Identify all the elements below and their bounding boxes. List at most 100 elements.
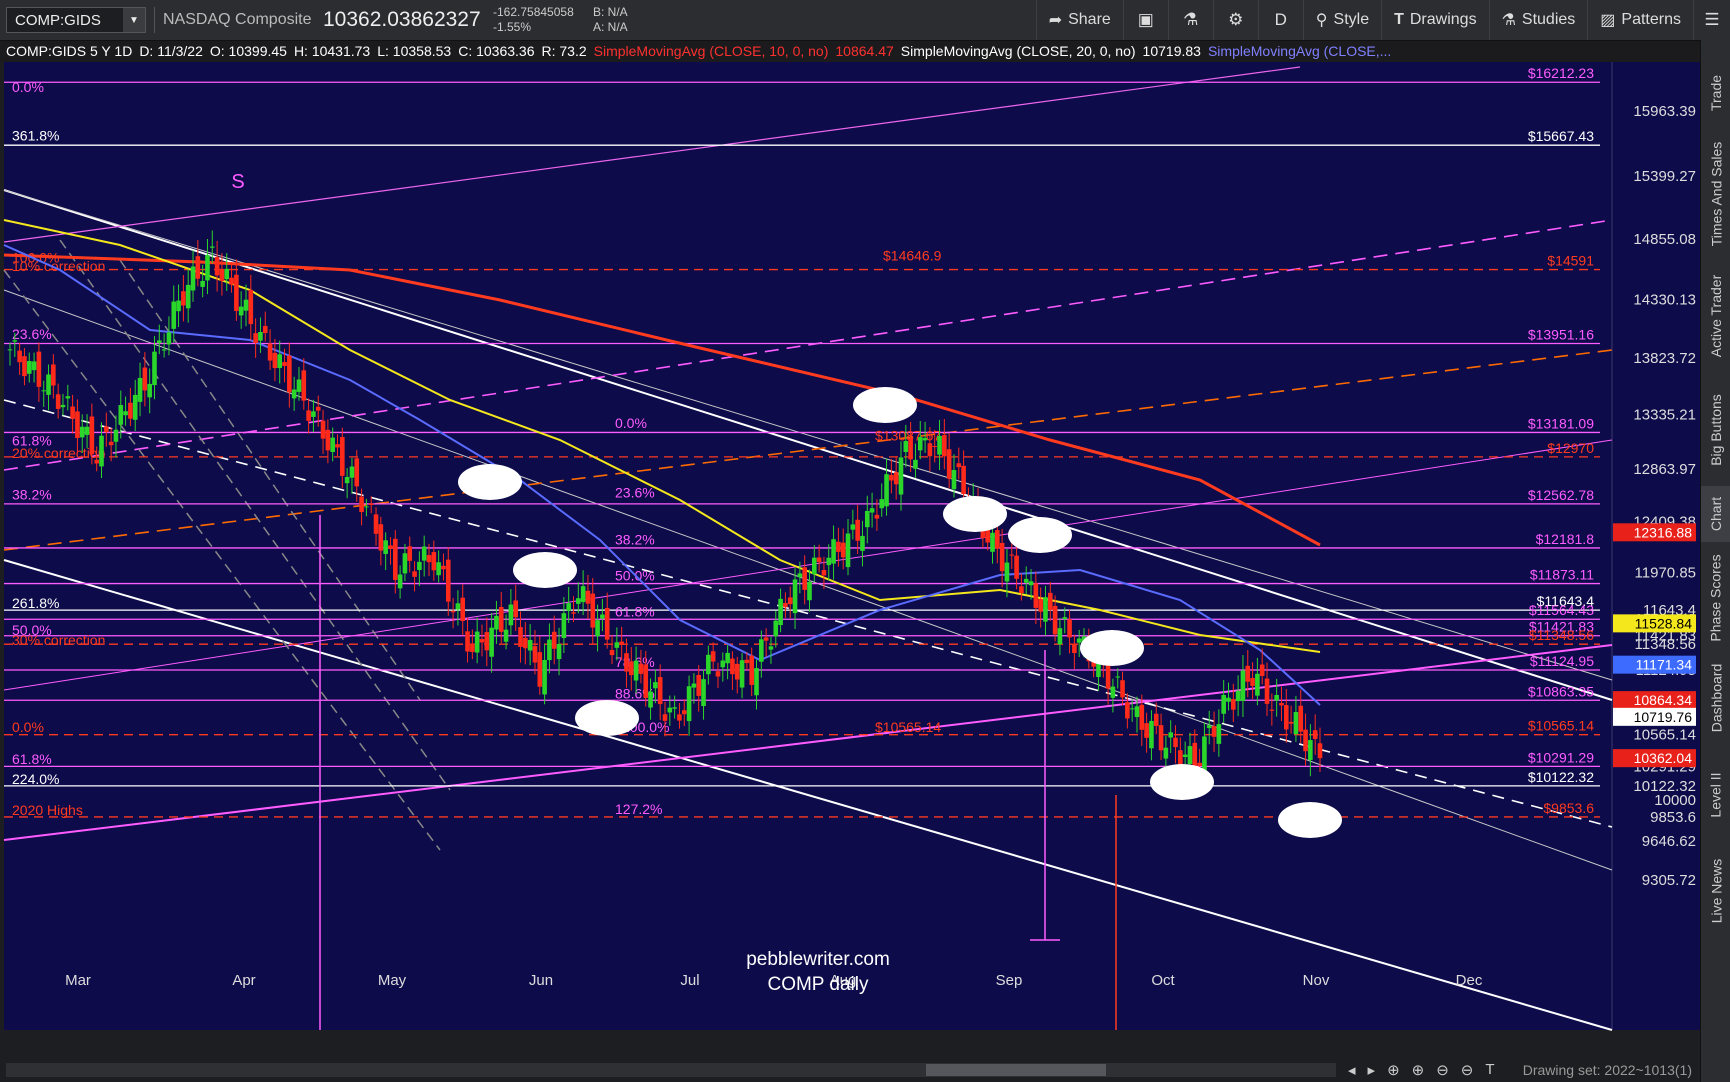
side-tab-label: Chart: [1708, 496, 1725, 532]
candle-body: [190, 266, 196, 291]
candle-body: [1274, 694, 1279, 701]
sma50-label[interactable]: SimpleMovingAvg (CLOSE,...: [1208, 43, 1391, 59]
candle-body: [128, 402, 133, 419]
time-scrollbar[interactable]: [6, 1063, 1336, 1077]
candle-body: [1144, 723, 1149, 738]
y-tick-label-20: 9853.6: [1650, 809, 1696, 826]
side-tab-live-news[interactable]: Live News: [1701, 846, 1730, 936]
candle-body: [855, 519, 860, 541]
zoom-out-icon[interactable]: ⊖: [1436, 1061, 1449, 1079]
candle-body: [609, 650, 615, 656]
candle-body: [479, 639, 485, 643]
candle-body: [942, 434, 947, 457]
price-badge-label-5: 10362.04: [1634, 750, 1693, 766]
candle-body: [821, 570, 827, 576]
candle-body: [783, 602, 788, 608]
crosshair-icon[interactable]: ⊕: [1387, 1061, 1400, 1079]
candle-body: [1192, 742, 1198, 769]
price-chart[interactable]: $16212.23 $15667.43 $14591 $13951.16 $13181.…: [0, 62, 1700, 1058]
period-button[interactable]: D: [1257, 0, 1303, 40]
style-icon: ⚲: [1315, 12, 1328, 29]
candle-body: [181, 291, 186, 306]
fib-label-7: $12181.8: [1536, 531, 1595, 547]
sma20-label[interactable]: SimpleMovingAvg (CLOSE, 20, 0, no): [901, 43, 1136, 59]
text-tool-icon[interactable]: T: [1485, 1061, 1494, 1079]
candle-body: [913, 459, 918, 469]
menu-button[interactable]: ☰: [1693, 0, 1730, 40]
y-tick-label-21: 9646.62: [1642, 833, 1696, 850]
left-level-label-4: 23.6%: [12, 326, 52, 342]
drawings-button[interactable]: T Drawings: [1381, 0, 1488, 40]
candle-body: [397, 574, 403, 589]
y-tick-label-19: 10000: [1654, 792, 1696, 809]
side-tab-big-buttons[interactable]: Big Buttons: [1701, 380, 1730, 480]
candle-body: [1158, 725, 1164, 751]
studies-button[interactable]: ⚗ Studies: [1488, 0, 1588, 40]
patterns-button[interactable]: ▨ Patterns: [1587, 0, 1693, 40]
candle-body: [778, 598, 783, 626]
side-tab-trade[interactable]: Trade: [1701, 58, 1730, 128]
candle-body: [595, 620, 600, 637]
candle-body: [725, 652, 730, 664]
candle-body: [344, 477, 350, 484]
candle-body: [860, 535, 865, 551]
candle-body: [681, 710, 687, 715]
candle-body: [869, 508, 875, 513]
price-change: -162.75845058 -1.55%: [493, 5, 593, 35]
bottom-bar: ◂ ▸ ⊕ ⊕ ⊖ ⊖ T Drawing set: 2022~1013(1): [0, 1058, 1700, 1082]
camera-icon: ▣: [1137, 10, 1154, 29]
symbol-selector[interactable]: COMP:GIDS ▼: [6, 7, 146, 33]
sma10-label[interactable]: SimpleMovingAvg (CLOSE, 10, 0, no): [594, 43, 829, 59]
flask-button[interactable]: ⚗: [1167, 0, 1213, 40]
candle-body: [431, 552, 437, 571]
y-tick-label-9: 11970.85: [1635, 564, 1696, 581]
candle-body: [797, 573, 803, 578]
side-tab-chart[interactable]: Chart: [1701, 486, 1730, 542]
candle-body: [768, 646, 774, 650]
candle-body: [787, 597, 793, 605]
zoom-out-alt-icon[interactable]: ⊖: [1461, 1061, 1474, 1079]
style-button[interactable]: ⚲ Style: [1302, 0, 1381, 40]
info-open: O: 10399.45: [209, 43, 287, 59]
side-tab-phase-scores[interactable]: Phase Scores: [1701, 550, 1730, 645]
candle-body: [450, 610, 456, 613]
candle-body: [388, 545, 393, 549]
candle-body: [157, 340, 162, 344]
snapshot-button[interactable]: ▣: [1122, 0, 1168, 40]
candle-body: [84, 426, 90, 435]
candle-body: [113, 429, 119, 442]
candle-body: [1226, 697, 1231, 702]
candle-body: [1221, 694, 1226, 714]
chevron-down-icon[interactable]: ▼: [123, 8, 145, 32]
candle-body: [1129, 708, 1135, 710]
candle-body: [484, 632, 490, 651]
candle-body: [864, 510, 870, 528]
candle-body: [1173, 737, 1178, 748]
candle-body: [1264, 678, 1270, 704]
candle-body: [1288, 721, 1294, 724]
candle-body: [1067, 619, 1072, 638]
side-tab-dashboard[interactable]: Dashboard: [1701, 652, 1730, 744]
candle-body: [946, 449, 952, 479]
share-button[interactable]: ➦ Share: [1035, 0, 1123, 40]
candle-body: [648, 691, 653, 708]
scroll-right-icon[interactable]: ▸: [1368, 1061, 1376, 1079]
settings-button[interactable]: ⚙: [1212, 0, 1258, 40]
scrollbar-thumb[interactable]: [926, 1064, 1106, 1076]
candle-body: [132, 394, 138, 420]
candle-body: [1283, 705, 1289, 730]
candle-body: [123, 411, 128, 416]
side-tabs: Trade Times And Sales Active Trader Big But…: [1700, 40, 1730, 1082]
candle-body: [330, 437, 335, 453]
candle-body: [908, 437, 913, 460]
period-label: D: [1274, 10, 1287, 29]
candle-body: [532, 646, 538, 663]
scroll-left-icon[interactable]: ◂: [1348, 1061, 1356, 1079]
fib-label-3: $13951.16: [1528, 326, 1594, 342]
candle-body: [70, 406, 75, 419]
side-tab-level-ii[interactable]: Level II: [1701, 750, 1730, 840]
side-tab-times-and-sales[interactable]: Times And Sales: [1701, 135, 1730, 253]
side-tab-active-trader[interactable]: Active Trader: [1701, 258, 1730, 374]
zoom-in-icon[interactable]: ⊕: [1412, 1061, 1425, 1079]
candle-body: [17, 350, 22, 363]
